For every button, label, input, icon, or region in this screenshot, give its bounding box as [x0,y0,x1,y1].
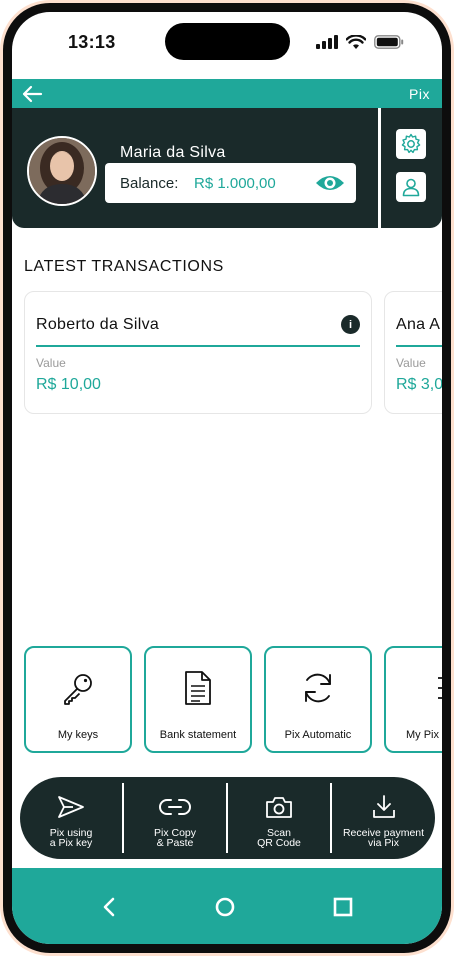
latest-transactions-title: LATEST TRANSACTIONS [24,258,224,275]
tile-icon-wrap [146,668,250,708]
quick-action-label: Receive payment via Pix [342,827,425,849]
quick-icon-wrap [228,793,330,821]
signal-icon [316,35,338,49]
transaction-card[interactable]: Roberto da Silva i Value R$ 10,00 [24,291,372,414]
chevron-left-icon [103,897,115,917]
refresh-icon [305,673,331,703]
nav-recents-button[interactable] [328,892,358,922]
transaction-value-label: Value [396,356,426,370]
tile-icon-wrap [386,668,442,708]
circle-home-icon [215,897,235,917]
tile-label: My keys [57,729,99,741]
toggle-balance-visibility-button[interactable] [315,173,345,193]
app-screen: 13:13 Pix Maria da Silva Balance: R$ 1.0… [12,12,442,944]
quick-action-label: Pix using a Pix key [49,827,93,849]
quick-actions-bar: Pix using a Pix key Pix Copy & Paste Sca… [20,777,435,859]
eye-icon [316,176,344,190]
sliders-icon [438,677,442,699]
status-icons [316,34,404,50]
quick-action-label: Scan QR Code [257,827,301,849]
system-nav-bar [12,868,442,944]
tile-my-keys[interactable]: My keys [24,646,132,753]
nav-home-button[interactable] [210,892,240,922]
profile-panel: Maria da Silva Balance: R$ 1.000,00 [12,108,442,228]
user-icon [402,178,420,197]
transaction-name: Ana A [396,316,441,333]
quick-action-label: Pix Copy & Paste [153,827,196,849]
info-icon[interactable]: i [341,315,360,334]
tile-bank-statement[interactable]: Bank statement [144,646,252,753]
top-app-bar: Pix [12,79,442,108]
send-icon [58,796,84,818]
pix-copy-paste-button[interactable]: Pix Copy & Paste [124,777,226,859]
nav-back-button[interactable] [94,892,124,922]
download-icon [372,795,395,818]
transaction-card[interactable]: Ana A Value R$ 3,0 [384,291,442,414]
profile-button[interactable] [396,172,426,202]
camera-icon [266,797,292,818]
document-icon [185,671,211,705]
tile-label: Bank statement [159,729,237,741]
balance-label: Balance: [120,175,179,192]
quick-icon-wrap [332,793,435,821]
back-button[interactable] [20,82,44,106]
settings-button[interactable] [396,129,426,159]
tile-icon-wrap [266,668,370,708]
transaction-divider [36,345,360,347]
panel-divider [378,108,381,228]
user-name: Maria da Silva [120,144,226,161]
arrow-left-icon [22,85,43,103]
key-icon [64,674,92,705]
top-bar-title: Pix [409,86,430,102]
scan-qr-code-button[interactable]: Scan QR Code [228,777,330,859]
status-time: 13:13 [68,32,116,52]
pix-using-key-button[interactable]: Pix using a Pix key [20,777,122,859]
link-icon [159,799,191,815]
transaction-value: R$ 3,0 [396,376,442,393]
gear-icon [401,133,421,154]
balance-value: R$ 1.000,00 [194,175,276,192]
status-bar: 13:13 [12,12,442,78]
transaction-name: Roberto da Silva [36,316,160,333]
square-recents-icon [333,897,353,917]
battery-icon [374,35,404,49]
tile-label: My Pix [406,729,439,741]
tile-label: Pix Automatic [284,729,352,741]
tile-pix-automatic[interactable]: Pix Automatic [264,646,372,753]
tile-my-pix[interactable]: My Pix [384,646,442,753]
transaction-divider [396,345,442,347]
quick-icon-wrap [124,793,226,821]
balance-box: Balance: R$ 1.000,00 [105,163,356,203]
transaction-value-label: Value [36,356,66,370]
transaction-value: R$ 10,00 [36,376,101,393]
dynamic-island [165,23,290,60]
avatar[interactable] [27,136,97,206]
avatar-photo [29,138,95,204]
wifi-icon [346,34,366,49]
receive-payment-button[interactable]: Receive payment via Pix [332,777,435,859]
tile-icon-wrap [26,668,130,708]
quick-icon-wrap [20,793,122,821]
